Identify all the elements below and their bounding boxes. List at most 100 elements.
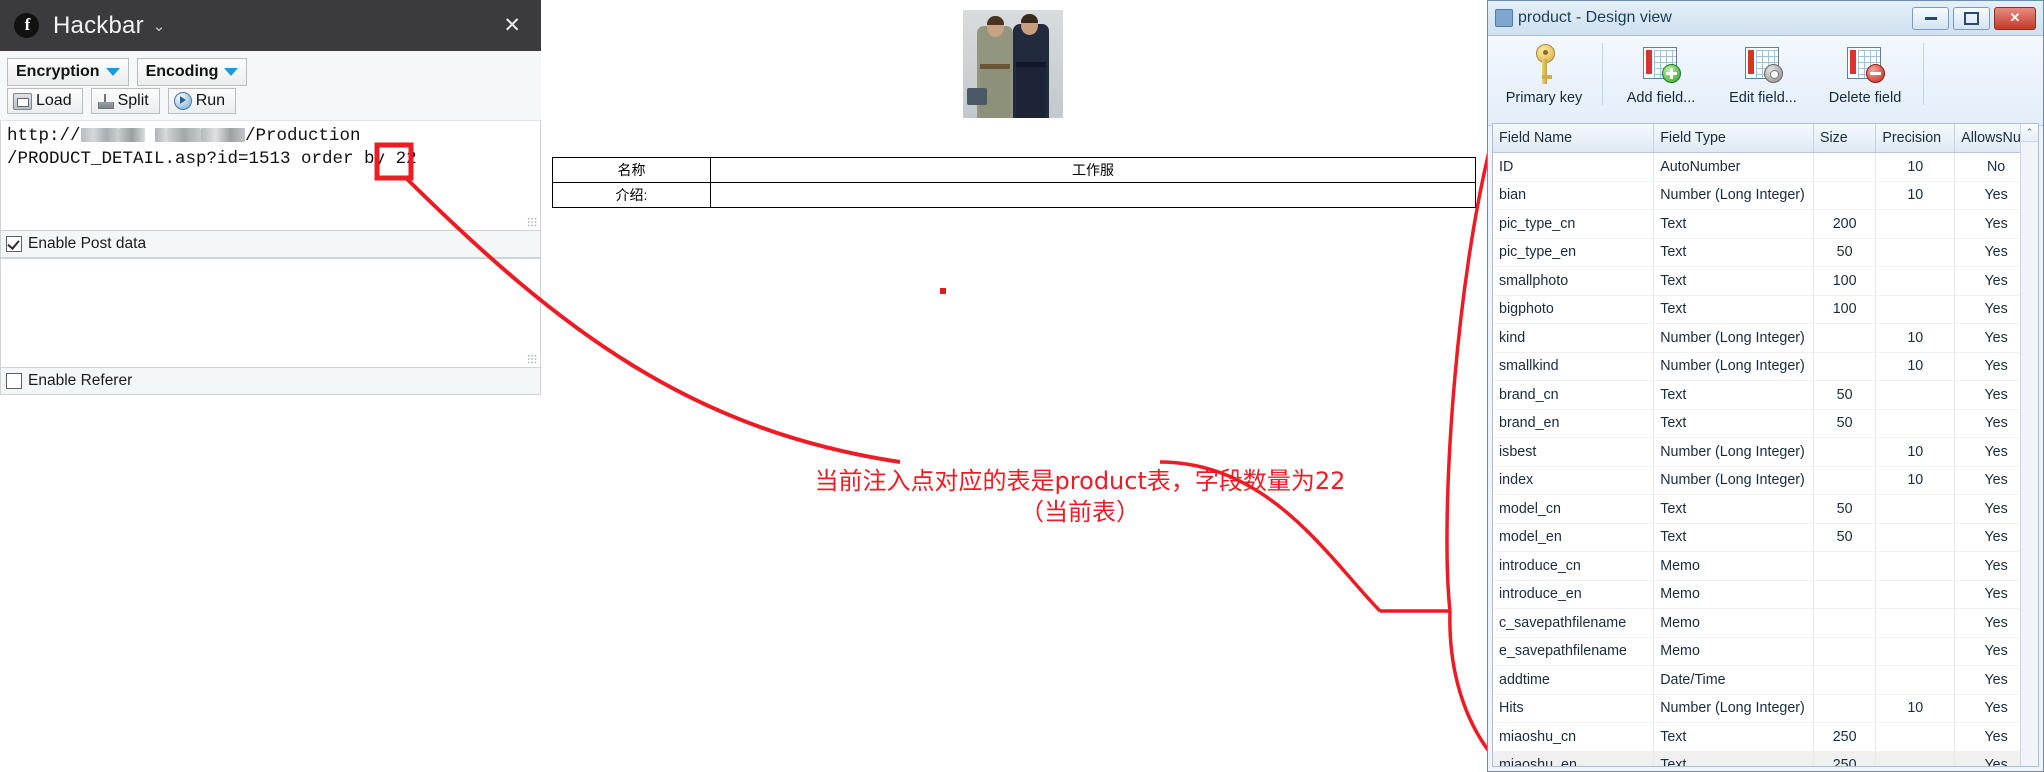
- hackbar-logo-glyph: f: [24, 15, 31, 34]
- field-size: 50: [1813, 380, 1877, 410]
- table-row[interactable]: bian Number (Long Integer) 10 Yes: [1493, 181, 2038, 210]
- photo-worker-navy-legs: [1016, 66, 1046, 118]
- field-list-grid[interactable]: Field Name Field Type Size Precision All…: [1492, 123, 2039, 767]
- field-precision: [1875, 494, 1956, 524]
- field-type: Text: [1653, 238, 1814, 267]
- table-row[interactable]: miaoshu_en Text 250 Yes: [1493, 750, 2038, 766]
- field-name: brand_en: [1493, 409, 1655, 438]
- column-header-field-type[interactable]: Field Type: [1653, 124, 1814, 153]
- photo-worker-navy-belt: [1016, 62, 1046, 67]
- field-type: Memo: [1653, 580, 1814, 609]
- resize-grip[interactable]: [527, 354, 537, 364]
- redacted-host-block: [80, 128, 119, 142]
- table-row[interactable]: model_en Text 50 Yes: [1493, 523, 2038, 552]
- field-precision: 10: [1875, 181, 1956, 210]
- redacted-host-block: [155, 128, 168, 142]
- table-row[interactable]: Hits Number (Long Integer) 10 Yes: [1493, 694, 2038, 723]
- field-table-head: Field Name Field Type Size Precision All…: [1493, 124, 2038, 153]
- close-button[interactable]: ✕: [1994, 6, 2036, 30]
- scroll-up-arrow[interactable]: ⌃: [2021, 124, 2038, 142]
- table-row[interactable]: c_savepathfilename Memo Yes: [1493, 608, 2038, 638]
- field-size: [1813, 181, 1877, 210]
- field-precision: [1875, 380, 1956, 410]
- enable-post-data-checkbox[interactable]: [6, 236, 22, 252]
- run-label: Run: [195, 92, 226, 109]
- close-icon[interactable]: ✕: [497, 11, 527, 40]
- column-header-field-name[interactable]: Field Name: [1493, 124, 1655, 153]
- field-type: Number (Long Integer): [1653, 352, 1814, 381]
- table-row[interactable]: bigphoto Text 100 Yes: [1493, 295, 2038, 324]
- table-row[interactable]: isbest Number (Long Integer) 10 Yes: [1493, 437, 2038, 467]
- run-button[interactable]: Run: [167, 88, 237, 114]
- table-row[interactable]: ID AutoNumber 10 No: [1493, 152, 2038, 182]
- post-data-textarea[interactable]: [0, 258, 541, 368]
- load-button[interactable]: Load: [7, 88, 83, 114]
- column-header-precision[interactable]: Precision: [1875, 124, 1956, 153]
- resize-grip[interactable]: [527, 217, 537, 227]
- url-input[interactable]: http:// /Production /PRODUCT_DETAIL.asp?…: [0, 121, 541, 231]
- enable-referer-row[interactable]: Enable Referer: [0, 368, 541, 395]
- table-row[interactable]: smallphoto Text 100 Yes: [1493, 266, 2038, 296]
- table-row[interactable]: brand_en Text 50 Yes: [1493, 409, 2038, 438]
- field-name: e_savepathfilename: [1493, 637, 1655, 666]
- table-row[interactable]: brand_cn Text 50 Yes: [1493, 380, 2038, 410]
- photo-worker-khaki-hair: [987, 16, 1004, 25]
- table-row[interactable]: kind Number (Long Integer) 10 Yes: [1493, 323, 2038, 353]
- restore-button[interactable]: [1953, 6, 1990, 30]
- delete-field-button[interactable]: Delete field: [1815, 41, 1915, 106]
- table-row[interactable]: smallkind Number (Long Integer) 10 Yes: [1493, 352, 2038, 381]
- encryption-button[interactable]: Encryption: [7, 58, 129, 86]
- field-type: Number (Long Integer): [1653, 466, 1814, 495]
- add-field-button[interactable]: Add field...: [1611, 41, 1711, 106]
- enable-post-data-row[interactable]: Enable Post data: [0, 231, 541, 258]
- split-icon: [97, 93, 114, 109]
- field-precision: [1875, 409, 1956, 438]
- vertical-scrollbar[interactable]: ⌃: [2020, 124, 2038, 766]
- encoding-label: Encoding: [145, 63, 219, 80]
- field-type: Number (Long Integer): [1653, 323, 1814, 353]
- field-type: Number (Long Integer): [1653, 694, 1814, 723]
- field-size: [1813, 437, 1877, 467]
- column-header-size[interactable]: Size: [1813, 124, 1877, 153]
- minimize-button[interactable]: [1912, 6, 1949, 30]
- table-row[interactable]: pic_type_en Text 50 Yes: [1493, 238, 2038, 267]
- product-detail-table: 名称 工作服 介绍:: [552, 157, 1476, 208]
- edit-field-button[interactable]: Edit field...: [1713, 41, 1813, 106]
- redacted-host-block: [167, 128, 202, 142]
- field-precision: [1875, 238, 1956, 267]
- field-precision: 10: [1875, 694, 1956, 723]
- table-row[interactable]: introduce_cn Memo Yes: [1493, 551, 2038, 581]
- field-table-body: ID AutoNumber 10 No bian Number (Long Integer…: [1493, 152, 2038, 766]
- table-row[interactable]: miaoshu_cn Text 250 Yes: [1493, 722, 2038, 752]
- primary-key-button[interactable]: Primary key: [1494, 41, 1594, 106]
- split-button[interactable]: Split: [90, 88, 160, 114]
- field-precision: [1875, 580, 1956, 609]
- hackbar-titlebar: f Hackbar ⌄ ✕: [0, 0, 541, 51]
- product-name-label: 名称: [552, 157, 711, 183]
- table-add-icon: [1643, 41, 1681, 87]
- field-precision: [1875, 637, 1956, 666]
- field-name: model_cn: [1493, 494, 1655, 524]
- chevron-down-icon[interactable]: ⌄: [153, 17, 166, 35]
- field-type: Text: [1653, 295, 1814, 324]
- encoding-button[interactable]: Encoding: [136, 58, 248, 86]
- table-row[interactable]: index Number (Long Integer) 10 Yes: [1493, 466, 2038, 495]
- ribbon-separator: [1602, 43, 1603, 105]
- enable-referer-checkbox[interactable]: [6, 373, 22, 389]
- access-design-view-window: product - Design view ✕ Primary key Add …: [1487, 0, 2044, 772]
- field-type: Number (Long Integer): [1653, 437, 1814, 467]
- field-type: Text: [1653, 722, 1814, 752]
- table-row[interactable]: pic_type_cn Text 200 Yes: [1493, 209, 2038, 239]
- field-type: AutoNumber: [1653, 152, 1814, 182]
- order-by-value[interactable]: 22: [396, 149, 417, 169]
- table-row[interactable]: addtime Date/Time Yes: [1493, 665, 2038, 695]
- hackbar-panel: f Hackbar ⌄ ✕ Encryption Encoding Load S…: [0, 0, 541, 449]
- field-type: Text: [1653, 380, 1814, 410]
- table-row[interactable]: e_savepathfilename Memo Yes: [1493, 637, 2038, 666]
- enable-referer-label: Enable Referer: [28, 372, 133, 389]
- field-precision: [1875, 295, 1956, 324]
- hackbar-title: Hackbar: [53, 11, 144, 39]
- field-precision: 10: [1875, 352, 1956, 381]
- table-row[interactable]: introduce_en Memo Yes: [1493, 580, 2038, 609]
- table-row[interactable]: model_cn Text 50 Yes: [1493, 494, 2038, 524]
